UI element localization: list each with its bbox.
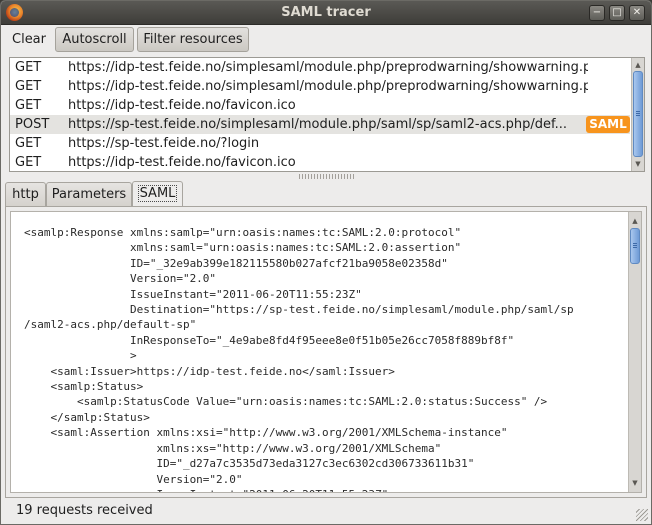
saml-badge: SAML: [586, 116, 630, 133]
request-method: GET: [15, 155, 42, 170]
autoscroll-toggle[interactable]: Autoscroll: [55, 27, 134, 52]
request-method: GET: [15, 60, 42, 75]
request-list-scroll-thumb[interactable]: [633, 71, 643, 157]
request-list: GET https://idp-test.feide.no/simplesaml…: [9, 57, 645, 172]
request-url: https://idp-test.feide.no/simplesaml/mod…: [68, 60, 588, 75]
request-url: https://idp-test.feide.no/simplesaml/mod…: [68, 79, 588, 94]
resize-grip-icon[interactable]: [636, 509, 648, 521]
status-bar-text: 19 requests received: [16, 503, 153, 518]
scroll-up-icon[interactable]: ▲: [629, 215, 641, 227]
saml-panel: <samlp:Response xmlns:samlp="urn:oasis:n…: [5, 206, 647, 498]
request-row[interactable]: GET https://idp-test.feide.no/simplesaml…: [10, 77, 630, 96]
saml-view-scrollbar[interactable]: ▲ ▼: [628, 212, 641, 492]
request-method: GET: [15, 136, 42, 151]
saml-view-scroll-thumb[interactable]: [630, 228, 640, 264]
minimize-icon[interactable]: −: [589, 5, 605, 21]
close-icon[interactable]: ✕: [629, 5, 645, 21]
saml-tracer-window: SAML tracer − □ ✕ Clear Autoscroll Filte…: [0, 0, 652, 525]
request-list-scrollbar[interactable]: ▲ ▼: [631, 58, 644, 171]
tab-http[interactable]: http: [5, 182, 46, 207]
title-bar[interactable]: SAML tracer − □ ✕: [1, 1, 651, 25]
saml-xml-text: <samlp:Response xmlns:samlp="urn:oasis:n…: [24, 226, 574, 492]
filter-resources-toggle[interactable]: Filter resources: [137, 27, 249, 52]
saml-message-view[interactable]: <samlp:Response xmlns:samlp="urn:oasis:n…: [10, 211, 642, 493]
scroll-down-icon[interactable]: ▼: [629, 477, 641, 489]
request-url: https://idp-test.feide.no/favicon.ico: [68, 155, 296, 170]
request-url: https://sp-test.feide.no/?login: [68, 136, 260, 151]
request-row-selected[interactable]: POST https://sp-test.feide.no/simplesaml…: [10, 115, 630, 134]
scroll-down-icon[interactable]: ▼: [632, 158, 644, 170]
request-method: GET: [15, 98, 42, 113]
tab-saml[interactable]: SAML: [132, 181, 183, 207]
request-row[interactable]: GET https://idp-test.feide.no/simplesaml…: [10, 58, 630, 77]
request-row[interactable]: GET https://idp-test.feide.no/favicon.ic…: [10, 153, 630, 172]
pane-splitter-handle[interactable]: [299, 174, 355, 179]
request-url: https://idp-test.feide.no/favicon.ico: [68, 98, 296, 113]
tab-saml-label: SAML: [137, 185, 178, 202]
tab-parameters[interactable]: Parameters: [46, 182, 132, 207]
window-title: SAML tracer: [281, 5, 371, 20]
request-row[interactable]: GET https://sp-test.feide.no/?login: [10, 134, 630, 153]
scroll-up-icon[interactable]: ▲: [632, 59, 644, 71]
request-url: https://sp-test.feide.no/simplesaml/modu…: [68, 117, 568, 132]
request-method: GET: [15, 79, 42, 94]
maximize-icon[interactable]: □: [609, 5, 625, 21]
request-method: POST: [15, 117, 50, 132]
request-row[interactable]: GET https://idp-test.feide.no/favicon.ic…: [10, 96, 630, 115]
clear-button[interactable]: Clear: [7, 27, 51, 52]
